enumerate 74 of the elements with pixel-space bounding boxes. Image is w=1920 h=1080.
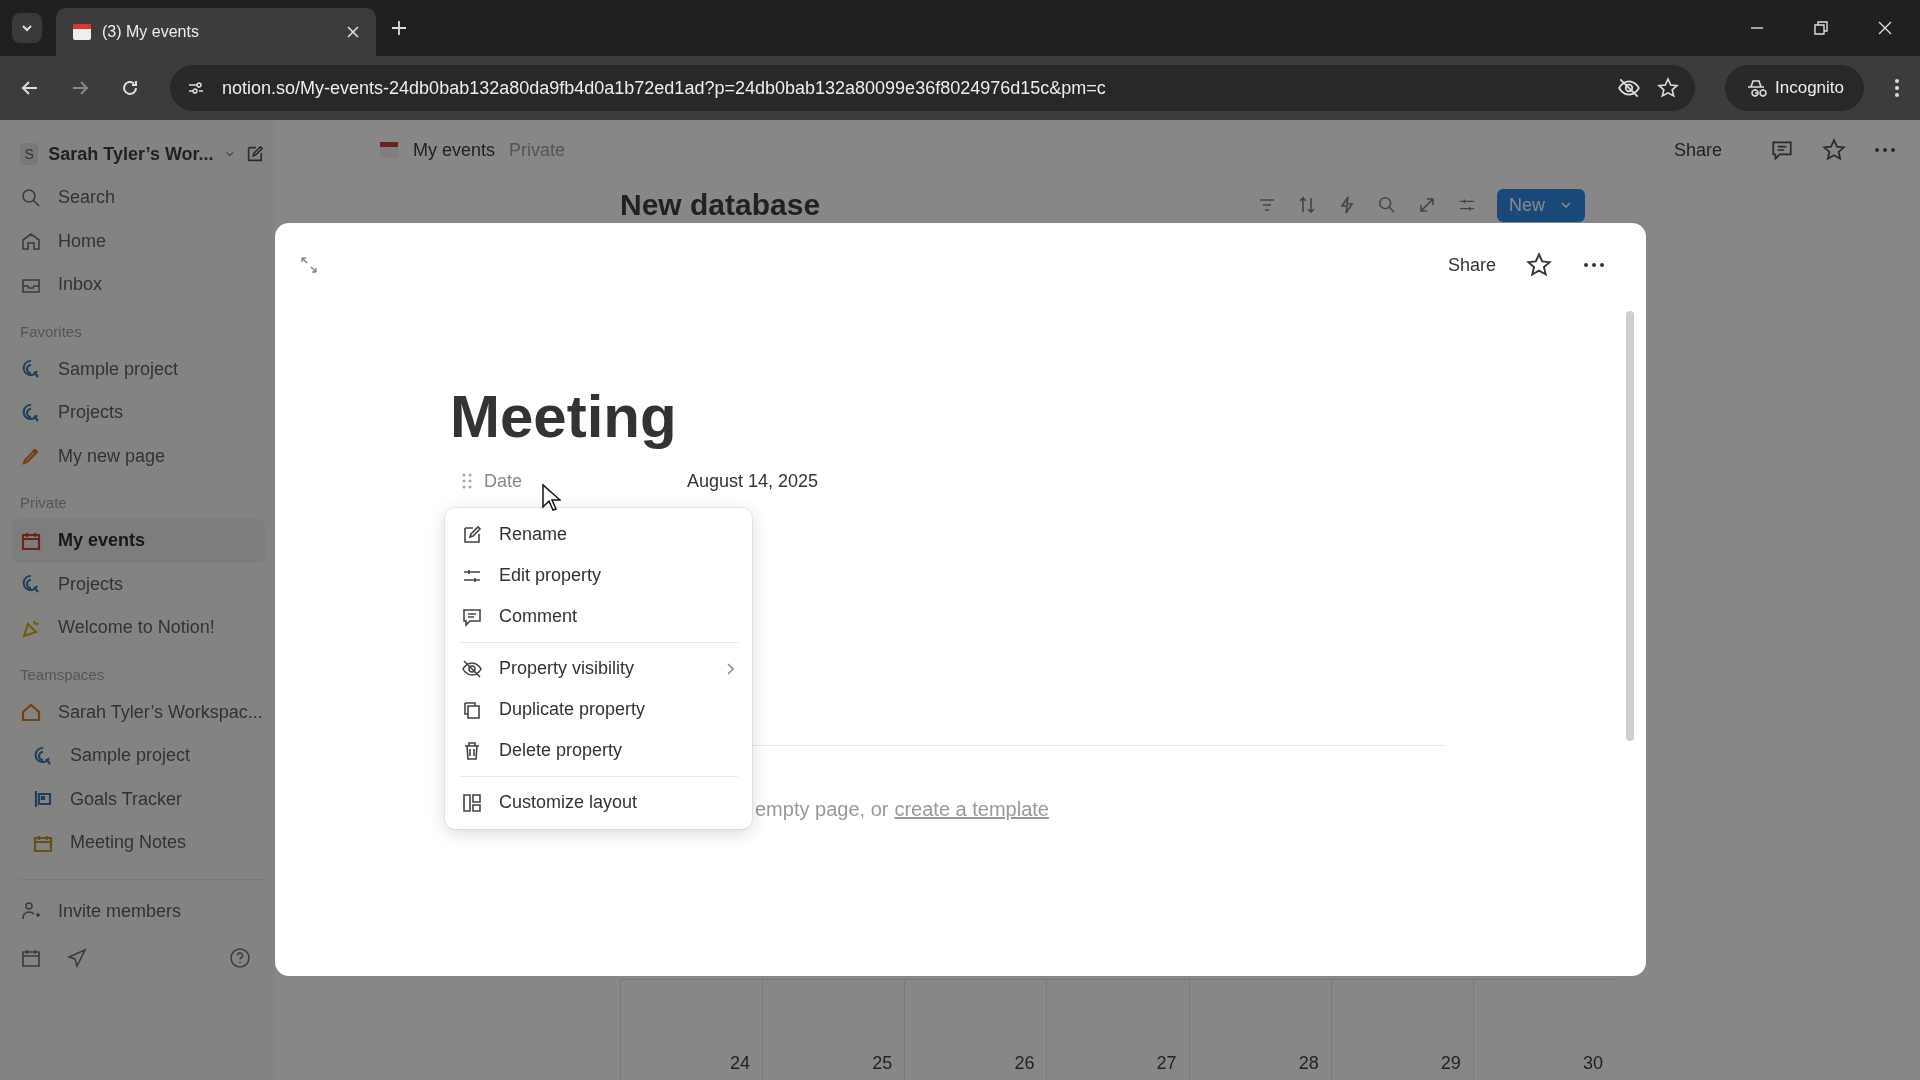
calendar-day-cell[interactable]: 25 [762, 980, 905, 1080]
menu-item[interactable]: Edit property [445, 555, 752, 596]
reload-icon[interactable] [120, 78, 140, 98]
scrollbar-thumb[interactable] [1626, 311, 1634, 741]
workspace-switcher[interactable]: Sarah Tyler’s Wor... [48, 143, 214, 165]
close-icon[interactable] [1878, 21, 1892, 35]
comment-icon[interactable] [1770, 138, 1794, 162]
calendar-day-cell[interactable]: 30 [1472, 980, 1615, 1080]
new-button[interactable]: New [1497, 188, 1585, 222]
sidebar-item[interactable]: Goals Tracker [20, 777, 265, 821]
collapse-icon[interactable] [299, 255, 319, 275]
more-icon[interactable] [1582, 262, 1606, 268]
calendar-day-cell[interactable]: 29 [1330, 980, 1473, 1080]
incognito-badge[interactable]: Incognito [1725, 65, 1864, 111]
sidebar-item[interactable]: Sarah Tyler’s Workspac... [20, 690, 265, 734]
workspace-avatar: S [20, 143, 39, 165]
empty-page-text: empty page, or [755, 798, 889, 821]
share-button[interactable]: Share [1673, 139, 1722, 161]
calendar-icon[interactable] [20, 947, 42, 969]
expand-icon[interactable] [1417, 195, 1437, 215]
menu-icon[interactable] [1894, 78, 1900, 98]
new-tab-icon[interactable] [390, 19, 408, 37]
menu-item[interactable]: Duplicate property [445, 689, 752, 730]
sidebar-item[interactable]: My new page [20, 434, 265, 478]
incognito-icon [1745, 79, 1767, 97]
calendar-icon [72, 22, 92, 42]
eye-off-icon [461, 657, 483, 680]
sidebar-nav-item[interactable]: Home [20, 219, 265, 263]
sort-icon[interactable] [1297, 195, 1317, 215]
database-title: New database [620, 188, 821, 222]
browser-tab[interactable]: (3) My events [56, 8, 376, 56]
house-icon [20, 701, 42, 724]
close-icon[interactable] [346, 25, 360, 39]
sidebar-item[interactable]: Sample project [20, 734, 265, 778]
chevron-right-icon [724, 661, 736, 676]
calendar-day-cell[interactable]: 28 [1188, 980, 1331, 1080]
search-icon [20, 186, 42, 209]
menu-item[interactable]: Rename [445, 514, 752, 555]
search-icon[interactable] [1377, 195, 1397, 215]
sidebar-item[interactable]: Meeting Notes [20, 821, 265, 865]
drag-handle-icon[interactable] [462, 473, 472, 489]
star-icon[interactable] [1822, 138, 1846, 162]
calendar-day-cell[interactable]: 26 [904, 980, 1047, 1080]
help-icon[interactable] [229, 947, 251, 969]
sidebar-item[interactable]: Sample project [20, 347, 265, 391]
page-title[interactable]: Meeting [450, 381, 1646, 453]
star-icon[interactable] [1526, 252, 1552, 278]
menu-item[interactable]: Delete property [445, 730, 752, 771]
sidebar-nav-item[interactable]: Inbox [20, 263, 265, 307]
share-button[interactable]: Share [1447, 254, 1496, 276]
menu-item[interactable]: Customize layout [445, 782, 752, 823]
sidebar-item[interactable]: Projects [20, 562, 265, 606]
calendar-day-cell[interactable]: 27 [1046, 980, 1189, 1080]
menu-item[interactable]: Property visibility [445, 648, 752, 689]
sidebar-item[interactable]: My events [12, 519, 265, 563]
breadcrumb-link[interactable]: My events [413, 139, 496, 161]
sidebar-item[interactable]: Welcome to Notion! [20, 606, 265, 650]
eye-off-icon[interactable] [1617, 76, 1641, 100]
home-icon [20, 230, 42, 253]
sidebar-item[interactable]: Projects [20, 391, 265, 435]
invite-members-item[interactable]: Invite members [20, 889, 265, 933]
tab-list-button[interactable] [12, 13, 42, 43]
calendar-icon [379, 140, 399, 160]
calendar-day-cell[interactable]: 24 [620, 980, 763, 1080]
layout-icon [461, 791, 483, 814]
sidebar-nav-item[interactable]: Search [20, 176, 265, 220]
rename-icon [461, 523, 483, 546]
create-template-link[interactable]: create a template [894, 798, 1049, 821]
address-field[interactable]: notion.so/My-events-24db0bab132a80da9fb4d0a1b72ed1ad?p=24db0bab132a80099e36f8024976d15c&pm=c [170, 65, 1695, 111]
restore-icon[interactable] [1814, 21, 1828, 35]
property-value[interactable]: August 14, 2025 [687, 470, 819, 492]
property-label[interactable]: Date [450, 470, 687, 492]
menu-item[interactable]: Comment [445, 596, 752, 637]
send-icon[interactable] [66, 947, 88, 969]
